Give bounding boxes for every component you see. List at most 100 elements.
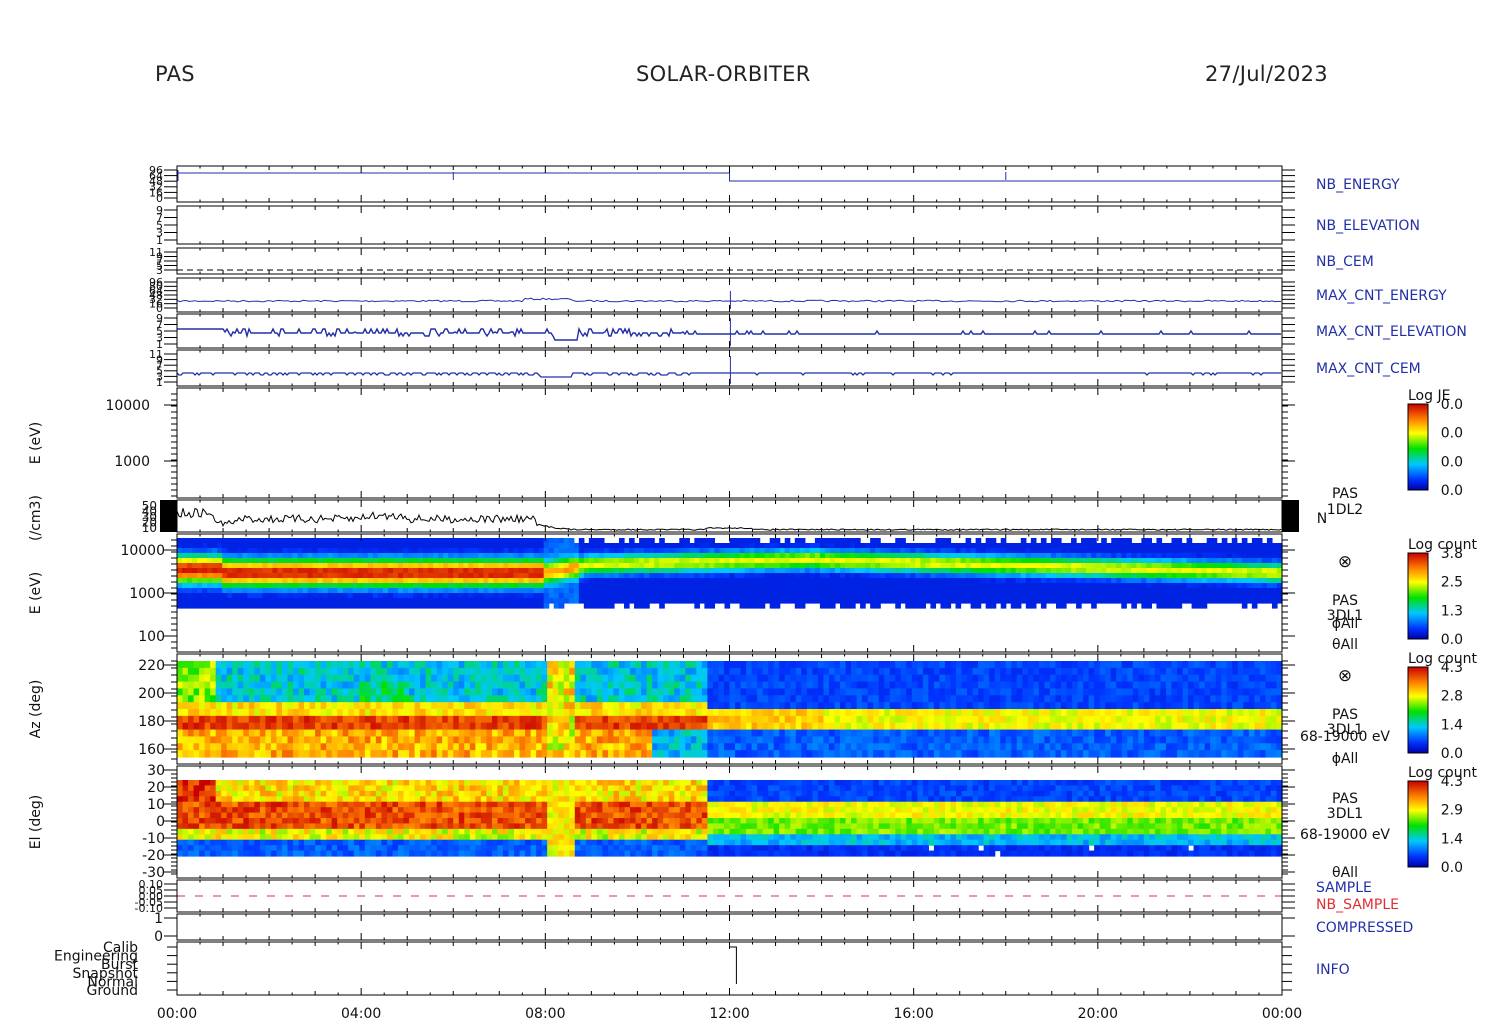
- heat-cell: [475, 695, 482, 703]
- heat-cell: [817, 667, 825, 676]
- heat-cell: [950, 715, 957, 724]
- heat-cell: [221, 702, 228, 710]
- heat-cell: [377, 553, 384, 559]
- heat-cell: [247, 573, 253, 579]
- heat-cell: [768, 743, 775, 751]
- heat-cell: [679, 578, 685, 584]
- heat-cell: [221, 681, 228, 690]
- heat-cell: [199, 695, 206, 703]
- heat-cell: [580, 661, 587, 669]
- heat-cell: [1055, 603, 1062, 609]
- heat-cell: [890, 553, 896, 559]
- heat-cell: [533, 538, 540, 544]
- heat-cell: [850, 543, 856, 549]
- heat-cell: [669, 553, 675, 559]
- heat-cell: [1050, 538, 1057, 544]
- heat-cell: [878, 674, 885, 683]
- heat-cell: [602, 729, 609, 738]
- heat-cell: [965, 588, 972, 594]
- heat-cell: [438, 568, 444, 574]
- heat-cell: [1015, 573, 1022, 579]
- heat-cell: [1015, 558, 1022, 564]
- heat-cell: [403, 667, 410, 676]
- heat-cell: [875, 568, 881, 574]
- heat-cell: [663, 695, 670, 703]
- heat-cell: [801, 743, 808, 751]
- heat-cell: [1166, 573, 1173, 579]
- heat-cell: [1251, 578, 1258, 584]
- heat-cell: [315, 667, 322, 676]
- heat-cell: [1000, 578, 1007, 584]
- heat-cell: [212, 573, 218, 579]
- heat-cell: [212, 553, 218, 559]
- heat-cell: [1141, 573, 1147, 579]
- heat-cell: [192, 568, 198, 574]
- heat-cell: [823, 695, 830, 703]
- heat-cell: [1025, 543, 1032, 549]
- heat-cell: [553, 543, 560, 549]
- heat-cell: [779, 750, 786, 758]
- heat-cell: [955, 553, 962, 559]
- heat-cell: [480, 681, 488, 690]
- heat-cell: [668, 688, 675, 696]
- heat-cell: [563, 729, 570, 738]
- heat-cell: [735, 715, 742, 724]
- heat-cell: [646, 743, 653, 751]
- heat-cell: [518, 538, 525, 544]
- heat-cell: [980, 583, 987, 589]
- heat-cell: [699, 583, 705, 589]
- heat-cell: [735, 688, 742, 696]
- heat-cell: [699, 593, 705, 599]
- heat-cell: [779, 548, 786, 554]
- heat-cell: [950, 598, 957, 604]
- heat-cell: [619, 661, 626, 669]
- heat-cell: [1161, 588, 1168, 594]
- heat-cell: [207, 563, 213, 569]
- heat-cell: [491, 688, 499, 696]
- heat-cell: [197, 548, 203, 554]
- heat-cell: [297, 558, 304, 564]
- heat-cell: [227, 548, 233, 554]
- heat-cell: [563, 743, 570, 751]
- heat-cell: [1271, 573, 1278, 579]
- heat-cell: [945, 553, 952, 559]
- heat-cell: [823, 750, 830, 758]
- heat-cell: [221, 743, 228, 751]
- heat-cell: [1030, 543, 1037, 549]
- heat-cell: [910, 553, 916, 559]
- heat-cell: [1081, 593, 1087, 599]
- heat-cell: [935, 563, 942, 569]
- heat-cell: [413, 543, 419, 549]
- heat-cell: [619, 558, 625, 564]
- heat-cell: [873, 661, 880, 669]
- heat-cell: [428, 568, 434, 574]
- heat-cell: [652, 722, 659, 731]
- heat-cell: [525, 729, 532, 738]
- heat-cell: [578, 538, 585, 544]
- heat-cell: [293, 743, 300, 751]
- heat-cell: [823, 729, 830, 738]
- heat-cell: [463, 598, 469, 604]
- heat-cell: [364, 681, 371, 690]
- heat-cell: [652, 674, 659, 683]
- heat-cell: [629, 573, 635, 579]
- heat-cell: [583, 548, 590, 554]
- heat-cell: [322, 538, 329, 544]
- heat-cell: [1025, 593, 1032, 599]
- heat-cell: [862, 688, 869, 696]
- heat-cell: [719, 598, 726, 604]
- heat-cell: [242, 543, 248, 549]
- heat-cell: [1086, 568, 1092, 574]
- heat-cell: [293, 736, 300, 744]
- heat-cell: [983, 702, 990, 710]
- heat-cell: [322, 573, 329, 579]
- heat-cell: [1131, 603, 1137, 609]
- heat-cell: [704, 558, 711, 564]
- heat-cell: [828, 715, 836, 724]
- heat-cell: [436, 661, 443, 669]
- heat-cell: [382, 568, 389, 574]
- heat-cell: [975, 603, 982, 609]
- heat-cell: [270, 743, 278, 751]
- heat-cell: [257, 568, 263, 574]
- heat-cell: [714, 588, 721, 594]
